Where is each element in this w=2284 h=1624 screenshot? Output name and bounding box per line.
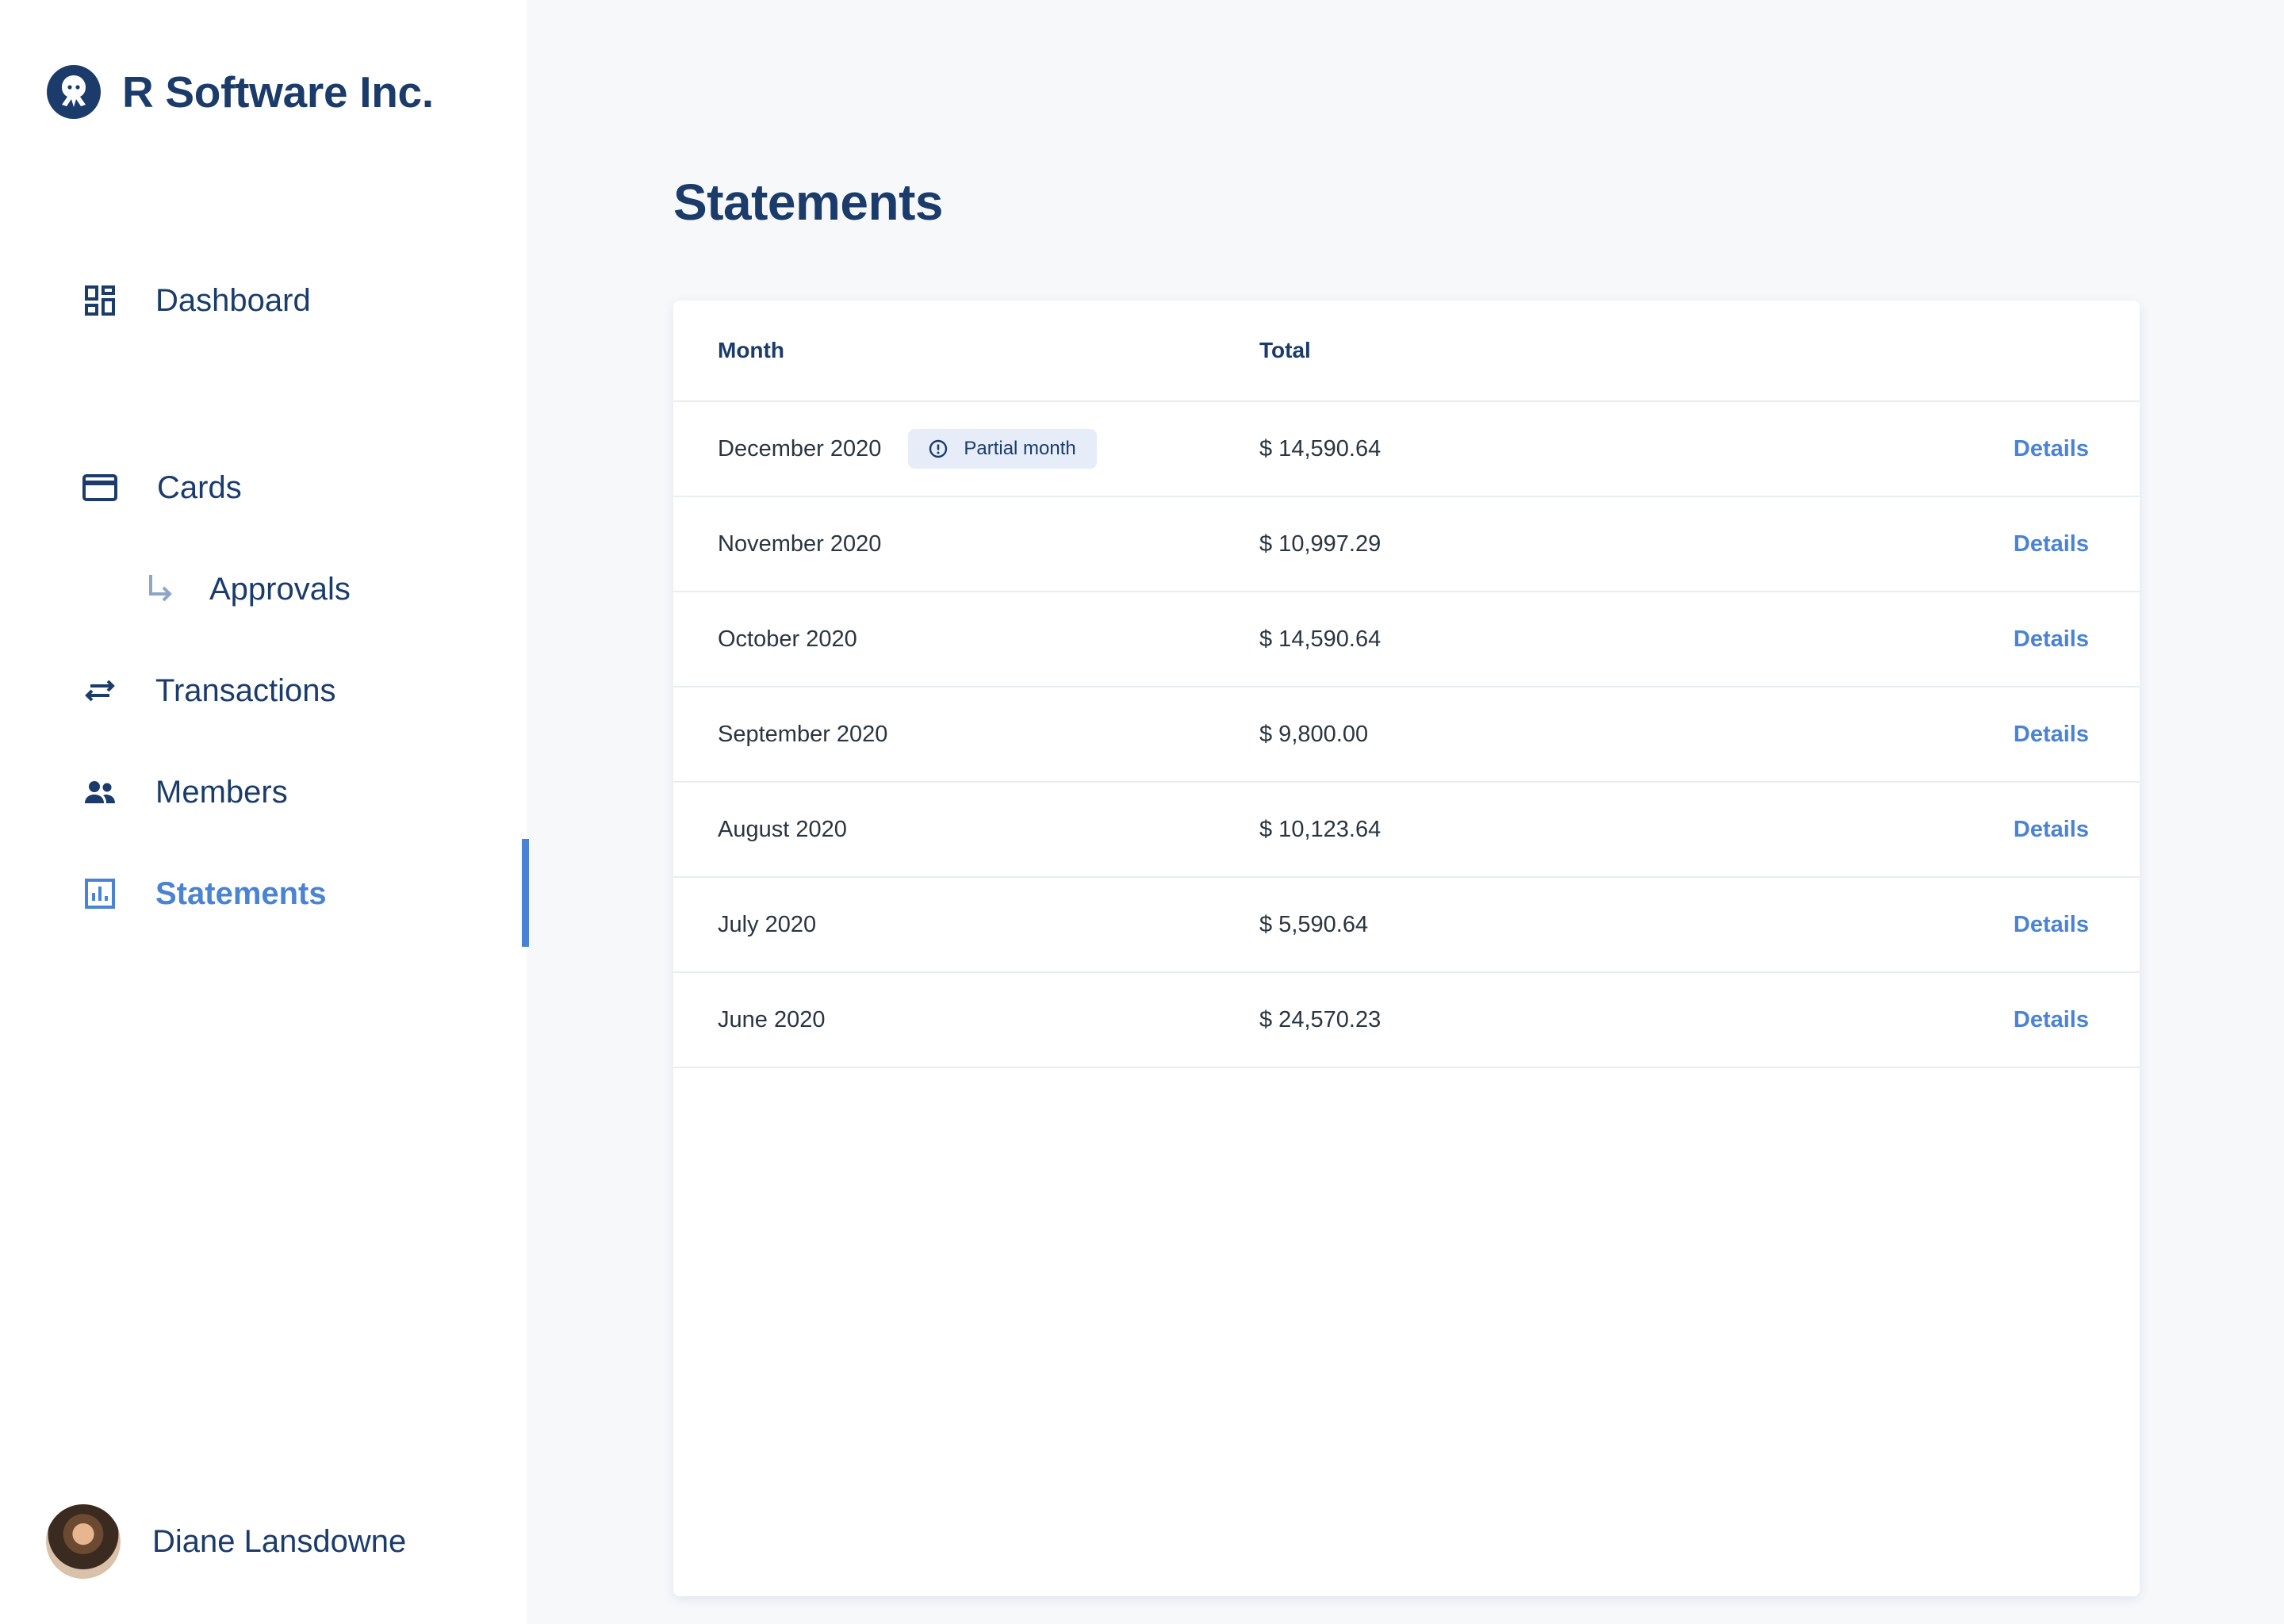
sidebar-item-dashboard[interactable]: Dashboard (82, 269, 311, 332)
row-total: $ 14,590.64 (1259, 626, 1382, 652)
row-month: September 2020 (718, 721, 888, 747)
details-link[interactable]: Details (2014, 783, 2089, 876)
bar-chart-icon (82, 876, 117, 911)
brand-name: R Software Inc. (122, 67, 434, 117)
people-icon (82, 775, 117, 810)
sidebar-item-approvals[interactable]: Approvals (143, 557, 351, 621)
row-month: June 2020 (718, 1006, 826, 1032)
row-total: $ 9,800.00 (1259, 721, 1369, 747)
row-month: August 2020 (718, 816, 847, 842)
sidebar-item-transactions[interactable]: Transactions (82, 659, 336, 722)
table-row: June 2020 $ 24,570.23 Details (673, 973, 2140, 1068)
table-row: November 2020 $ 10,997.29 Details (673, 497, 2140, 592)
credit-card-icon (82, 470, 117, 505)
info-circle-icon (929, 439, 948, 458)
sidebar-item-label: Statements (155, 875, 327, 911)
details-link[interactable]: Details (2014, 497, 2089, 591)
column-header-month[interactable]: Month (718, 301, 784, 400)
table-header: Month Total (673, 301, 2140, 402)
sidebar-item-label: Dashboard (155, 282, 311, 318)
user-name: Diane Lansdowne (152, 1523, 407, 1559)
page-title: Statements (673, 174, 944, 231)
sidebar-item-label: Transactions (155, 672, 336, 708)
subdirectory-arrow-icon (143, 572, 178, 607)
row-total: $ 10,997.29 (1259, 530, 1382, 557)
row-month: July 2020 (718, 911, 817, 937)
column-header-total[interactable]: Total (1259, 301, 1311, 400)
details-link[interactable]: Details (2014, 688, 2089, 781)
details-link[interactable]: Details (2014, 402, 2089, 496)
active-indicator (522, 839, 529, 947)
row-month: November 2020 (718, 530, 882, 557)
table-row: October 2020 $ 14,590.64 Details (673, 592, 2140, 688)
table-row: December 2020 Partial month $ 14,590.64 … (673, 402, 2140, 497)
sidebar-item-label: Cards (157, 469, 242, 505)
details-link[interactable]: Details (2014, 973, 2089, 1067)
sidebar-item-label: Approvals (209, 571, 351, 607)
sidebar-item-members[interactable]: Members (82, 760, 288, 824)
sidebar-item-label: Members (155, 774, 288, 810)
row-total: $ 24,570.23 (1259, 1006, 1382, 1032)
row-total: $ 10,123.64 (1259, 816, 1382, 842)
octopus-logo-icon (46, 64, 102, 120)
user-profile[interactable]: Diane Lansdowne (46, 1503, 406, 1580)
row-month: October 2020 (718, 626, 857, 652)
table-row: August 2020 $ 10,123.64 Details (673, 783, 2140, 878)
row-total: $ 14,590.64 (1259, 435, 1382, 462)
sidebar-item-cards[interactable]: Cards (82, 456, 242, 519)
table-row: September 2020 $ 9,800.00 Details (673, 688, 2140, 783)
details-link[interactable]: Details (2014, 878, 2089, 971)
brand[interactable]: R Software Inc. (46, 60, 434, 124)
badge-label: Partial month (964, 438, 1076, 459)
partial-month-badge: Partial month (908, 429, 1097, 469)
sidebar: R Software Inc. Dashboard Cards Approval… (0, 0, 529, 1624)
avatar[interactable] (46, 1504, 121, 1579)
row-month: December 2020 (718, 435, 882, 462)
row-total: $ 5,590.64 (1259, 911, 1369, 937)
table-row: July 2020 $ 5,590.64 Details (673, 878, 2140, 973)
statements-table: Month Total December 2020 Partial month … (673, 301, 2140, 1596)
sidebar-item-statements[interactable]: Statements (82, 862, 327, 925)
details-link[interactable]: Details (2014, 592, 2089, 686)
dashboard-icon (82, 283, 117, 318)
swap-arrows-icon (82, 673, 117, 708)
